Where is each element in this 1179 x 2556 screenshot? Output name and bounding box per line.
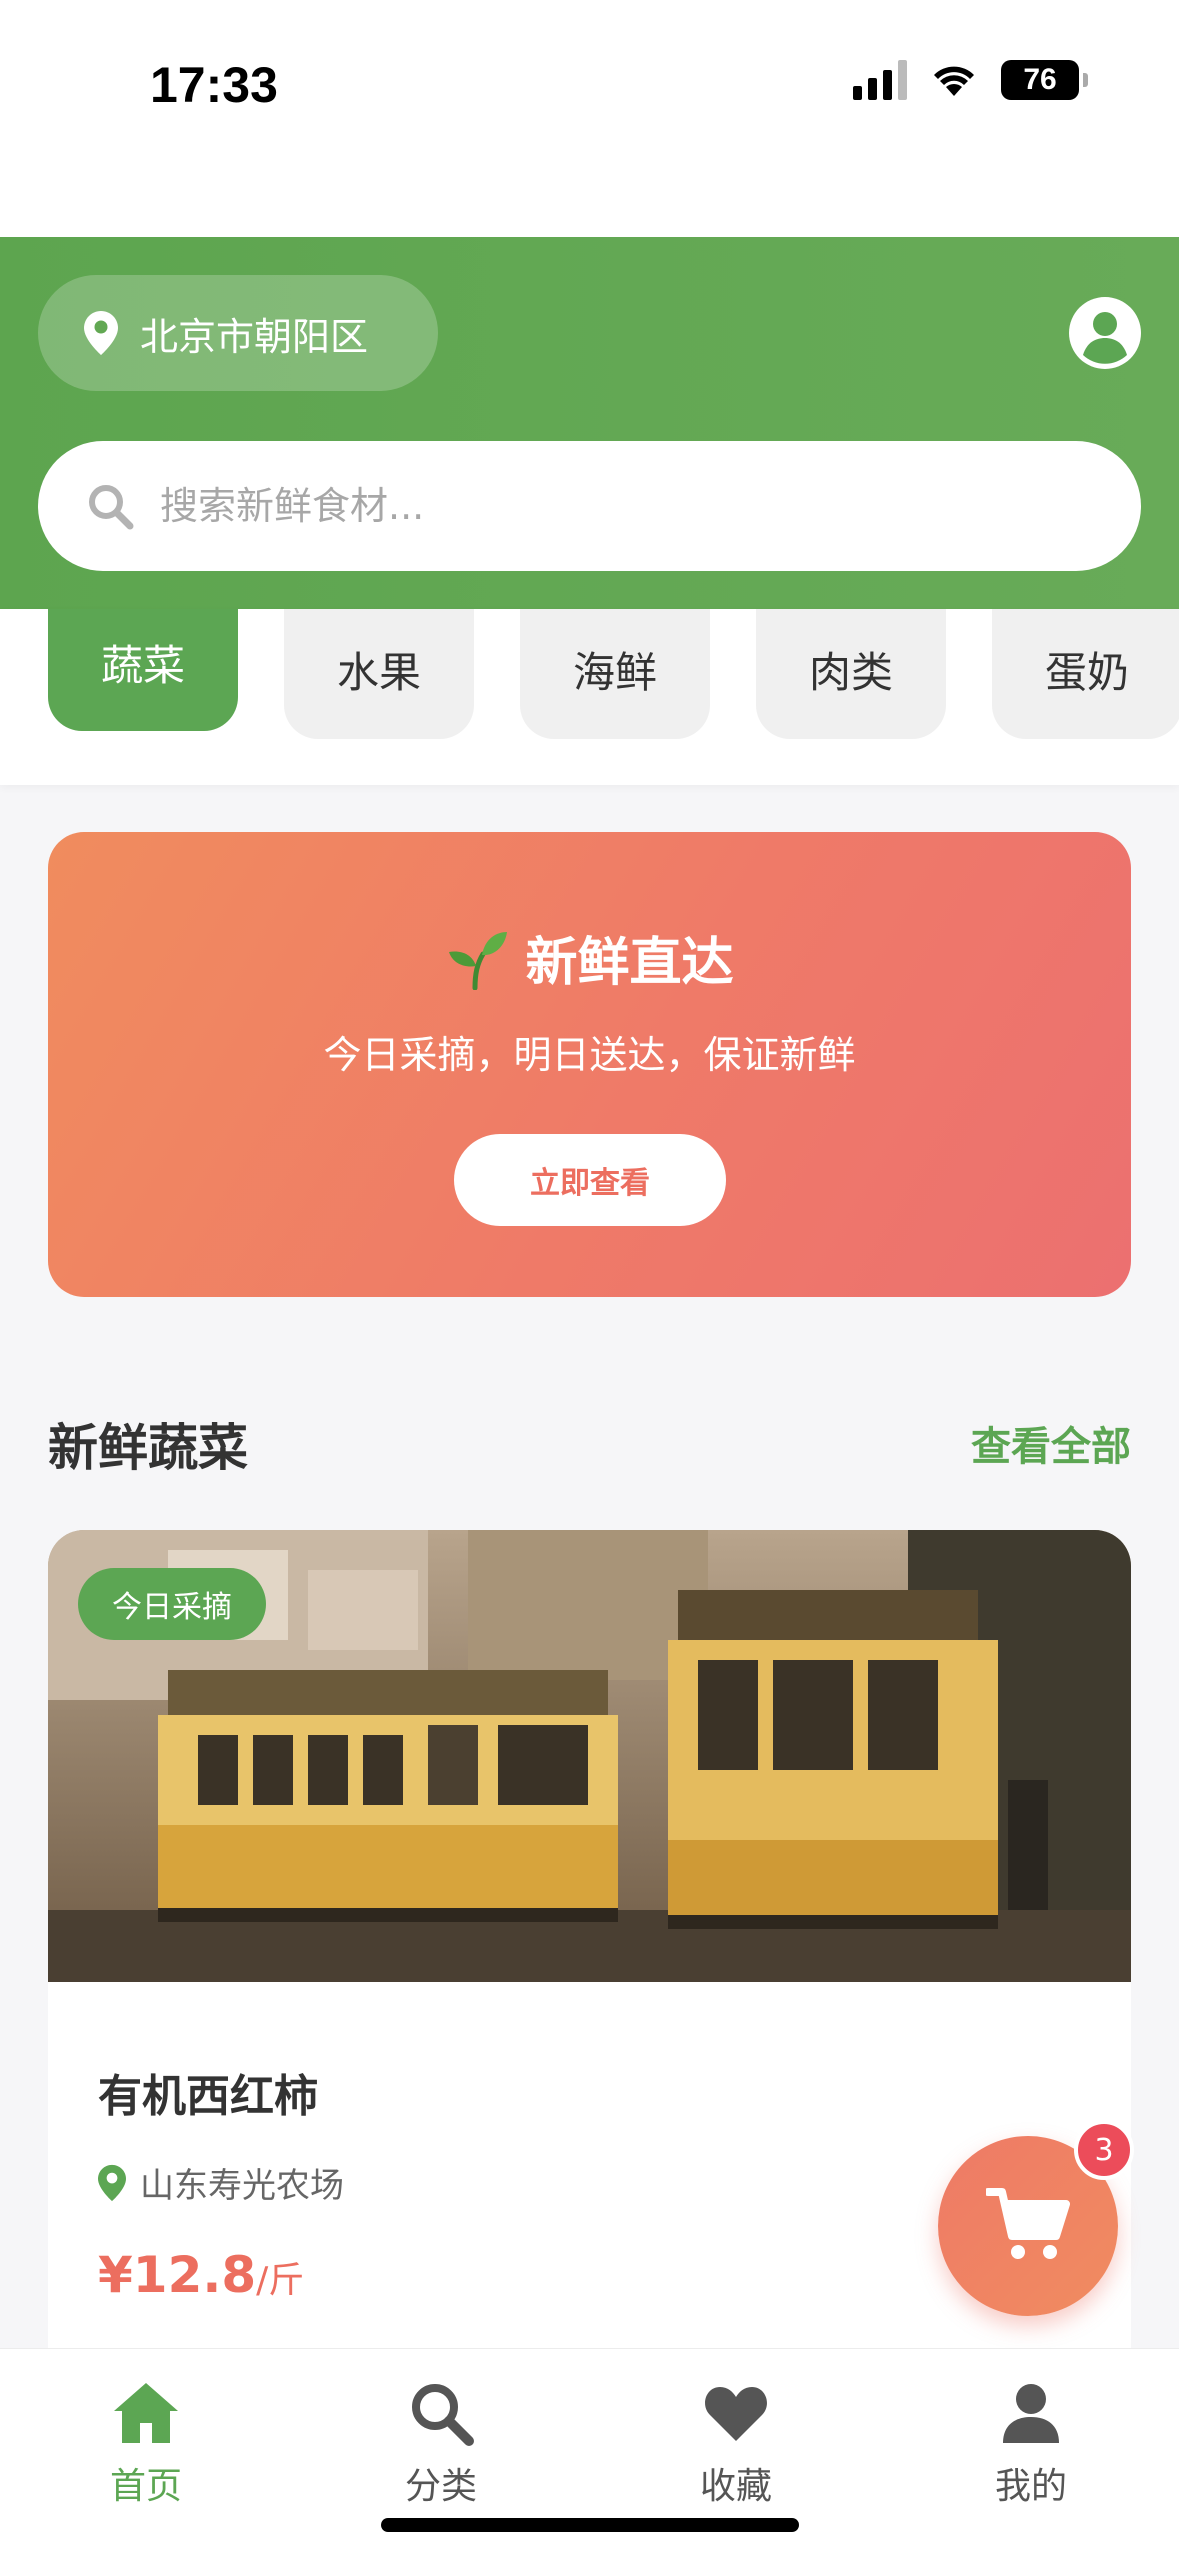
promo-banner: 新鲜直达 今日采摘，明日送达，保证新鲜 立即查看	[48, 832, 1131, 1297]
product-origin: 山东寿光农场	[98, 2158, 344, 2207]
tab-vegetables[interactable]: 蔬菜	[48, 609, 238, 731]
product-card[interactable]: 今日采摘 有机西红柿 山东寿光农场 ¥12.8/斤	[48, 1530, 1131, 2430]
cellular-signal-icon	[853, 60, 907, 100]
view-now-button[interactable]: 立即查看	[454, 1134, 726, 1226]
cart-count-badge: 3	[1074, 2120, 1134, 2180]
view-all-link[interactable]: 查看全部	[971, 1414, 1131, 1472]
home-icon	[114, 2383, 178, 2443]
status-icons: 76	[853, 60, 1088, 100]
heart-icon	[705, 2387, 767, 2441]
location-pin-icon	[84, 311, 118, 355]
nav-favorites-label: 收藏	[699, 2466, 772, 2507]
product-name: 有机西红柿	[98, 2071, 318, 2122]
fresh-today-badge: 今日采摘	[78, 1568, 266, 1640]
wifi-icon	[934, 66, 974, 96]
nav-category-label: 分类	[404, 2466, 477, 2507]
nav-profile-label: 我的	[994, 2466, 1067, 2507]
location-label: 北京市朝阳区	[140, 314, 369, 359]
price-amount: ¥12.8	[98, 2246, 257, 2304]
tab-seafood[interactable]: 海鲜	[520, 609, 710, 739]
nav-home-label: 首页	[109, 2466, 182, 2507]
search-icon	[89, 485, 134, 530]
status-time: 17:33	[150, 57, 278, 113]
seedling-icon	[449, 931, 508, 990]
product-price: ¥12.8/斤	[98, 2246, 304, 2304]
battery-icon: 76	[1001, 60, 1088, 100]
tab-fruits[interactable]: 水果	[284, 609, 474, 739]
location-selector[interactable]: 北京市朝阳区	[38, 275, 438, 391]
location-pin-icon	[98, 2164, 126, 2201]
shopping-cart-icon	[986, 2188, 1070, 2259]
nav-category[interactable]: 分类	[341, 2379, 541, 2519]
banner-title-row: 新鲜直达	[48, 920, 1131, 995]
category-tabs: 蔬菜 水果 海鲜 肉类 蛋奶	[0, 609, 1179, 785]
home-indicator[interactable]	[381, 2518, 799, 2532]
search-bar[interactable]	[38, 441, 1141, 571]
nav-home[interactable]: 首页	[46, 2379, 246, 2519]
tab-meat[interactable]: 肉类	[756, 609, 946, 739]
nav-profile[interactable]: 我的	[931, 2379, 1131, 2519]
nav-favorites[interactable]: 收藏	[636, 2379, 836, 2519]
search-input[interactable]	[160, 484, 1060, 528]
search-icon	[412, 2384, 474, 2446]
banner-subtitle: 今日采摘，明日送达，保证新鲜	[323, 1033, 856, 1077]
farm-name: 山东寿光农场	[140, 2166, 344, 2206]
user-icon	[1003, 2384, 1059, 2443]
profile-avatar-icon[interactable]	[1069, 297, 1141, 369]
header: 北京市朝阳区	[0, 237, 1179, 609]
price-unit: /斤	[256, 2260, 305, 2301]
tab-eggs-dairy[interactable]: 蛋奶	[992, 609, 1179, 739]
banner-title: 新鲜直达	[525, 933, 734, 993]
section-title: 新鲜蔬菜	[48, 1419, 248, 1477]
status-bar: 17:33 76	[0, 0, 1179, 237]
